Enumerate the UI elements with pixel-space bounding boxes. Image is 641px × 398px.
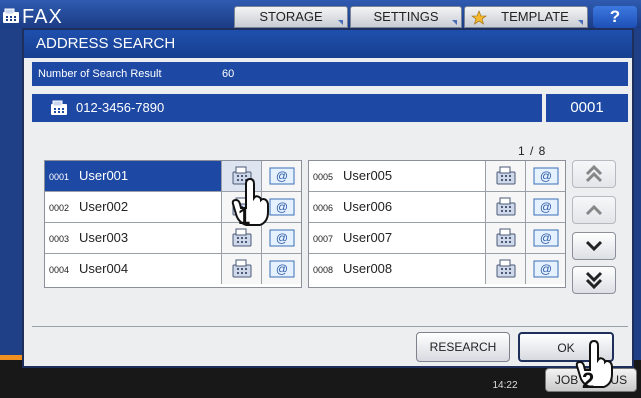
- entry-number: 0004: [49, 265, 70, 275]
- email-icon: @: [269, 167, 295, 185]
- chevron-up-icon: [585, 204, 603, 216]
- list-item[interactable]: 0006 User006 @: [309, 192, 565, 223]
- email-select-button[interactable]: @: [261, 254, 301, 284]
- entry-number: 0001: [49, 172, 70, 182]
- email-icon: @: [533, 198, 559, 216]
- email-icon: @: [533, 260, 559, 278]
- email-icon: @: [533, 229, 559, 247]
- scroll-down-button[interactable]: [572, 232, 616, 260]
- email-icon: @: [269, 198, 295, 216]
- screen-title: FAX: [22, 6, 63, 28]
- fax-select-button[interactable]: [485, 161, 525, 191]
- entry-number: 0002: [49, 203, 70, 213]
- entry-name: User006: [343, 199, 393, 214]
- chevron-down-icon: [585, 240, 603, 252]
- tap-hand-icon: 2: [575, 340, 613, 393]
- fax-icon: [496, 197, 516, 216]
- svg-text:@: @: [540, 200, 552, 214]
- fax-select-button[interactable]: [485, 254, 525, 284]
- entry-number: 0007: [313, 234, 334, 244]
- fax-icon: [496, 166, 516, 185]
- address-search-dialog: ADDRESS SEARCH Number of Search Result 6…: [22, 28, 634, 368]
- tab-storage-label: STORAGE: [259, 9, 323, 24]
- list-item[interactable]: 0008 User008 @: [309, 254, 565, 285]
- email-select-button[interactable]: @: [525, 254, 565, 284]
- entry-number: 0008: [313, 265, 334, 275]
- list-item[interactable]: 0004 User004 @: [45, 254, 301, 285]
- list-item[interactable]: 0005 User005 @: [309, 161, 565, 192]
- fax-number-field: 012-3456-7890: [32, 94, 542, 122]
- entry-number: 0003: [49, 234, 70, 244]
- svg-text:@: @: [276, 169, 288, 183]
- divider: [32, 326, 628, 327]
- list-item[interactable]: 0007 User007 @: [309, 223, 565, 254]
- fax-icon: [496, 228, 516, 247]
- id-number: 0001: [546, 94, 628, 122]
- dialog-title: ADDRESS SEARCH: [24, 30, 632, 58]
- email-icon: @: [269, 229, 295, 247]
- search-result-label: Number of Search Result: [38, 68, 162, 80]
- svg-text:@: @: [540, 231, 552, 245]
- callout-number: 1: [238, 204, 250, 228]
- entry-name: User005: [343, 168, 393, 183]
- scroll-top-button[interactable]: [572, 160, 616, 188]
- email-icon: @: [269, 260, 295, 278]
- scroll-up-button[interactable]: [572, 196, 616, 224]
- email-select-button[interactable]: @: [525, 161, 565, 191]
- fax-select-button[interactable]: [485, 192, 525, 222]
- tab-template[interactable]: TEMPLATE: [464, 6, 588, 28]
- page-indicator: 1 / 8: [518, 144, 547, 158]
- email-select-button[interactable]: @: [525, 223, 565, 253]
- email-select-button[interactable]: @: [525, 192, 565, 222]
- search-result-count: 60: [222, 68, 235, 80]
- tab-template-label: TEMPLATE: [501, 9, 569, 24]
- fax-icon: [232, 259, 252, 278]
- fax-icon: [3, 8, 19, 23]
- tab-settings[interactable]: SETTINGS: [350, 6, 462, 28]
- fax-icon: [496, 259, 516, 278]
- double-chevron-up-icon: [585, 164, 603, 183]
- help-button[interactable]: ?: [593, 6, 637, 28]
- callout-number: 2: [582, 368, 594, 393]
- research-button[interactable]: RESEARCH: [416, 332, 510, 362]
- tap-hand-icon: 1: [231, 178, 269, 228]
- entry-name: User002: [79, 199, 129, 214]
- fax-icon: [232, 228, 252, 247]
- tab-storage[interactable]: STORAGE: [234, 6, 348, 28]
- entry-number: 0005: [313, 172, 334, 182]
- svg-text:@: @: [276, 231, 288, 245]
- entry-name: User004: [79, 261, 129, 276]
- fax-select-button[interactable]: [221, 254, 261, 284]
- svg-text:@: @: [540, 262, 552, 276]
- email-icon: @: [533, 167, 559, 185]
- entry-name: User007: [343, 230, 393, 245]
- fax-number: 012-3456-7890: [76, 100, 165, 115]
- fax-icon: [51, 100, 67, 115]
- address-list-right: 0005 User005 @ 0006 User006 @ 0007 User0…: [308, 160, 566, 288]
- scroll-bottom-button[interactable]: [572, 266, 616, 294]
- tab-settings-label: SETTINGS: [373, 9, 439, 24]
- svg-text:@: @: [540, 169, 552, 183]
- entry-number: 0006: [313, 203, 334, 213]
- svg-text:@: @: [276, 200, 288, 214]
- star-icon: [471, 10, 487, 25]
- clock: 14:22: [492, 380, 518, 391]
- entry-name: User003: [79, 230, 129, 245]
- entry-name: User001: [79, 168, 129, 183]
- entry-name: User008: [343, 261, 393, 276]
- svg-text:@: @: [276, 262, 288, 276]
- double-chevron-down-icon: [585, 271, 603, 290]
- search-result-bar: Number of Search Result 60: [32, 62, 628, 86]
- fax-select-button[interactable]: [485, 223, 525, 253]
